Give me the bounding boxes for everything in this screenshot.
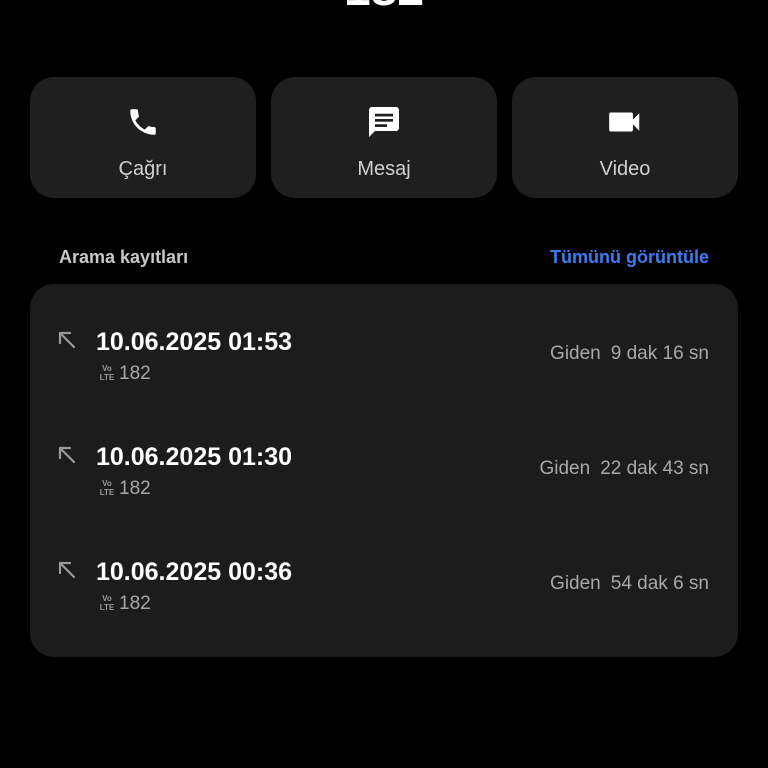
call-log-list: 10.06.2025 01:53 Vo LTE 182 Giden 9 dak 16… — [30, 284, 738, 657]
call-button[interactable]: Çağrı — [30, 77, 256, 198]
contact-detail-screen: 182 Çağrı Mesaj — [0, 0, 768, 768]
video-button-label: Video — [599, 158, 651, 180]
outgoing-call-arrow-icon — [56, 444, 78, 466]
call-log-type: Giden — [550, 573, 601, 594]
call-log-type: Giden — [539, 458, 591, 479]
video-call-button[interactable]: Video — [512, 77, 738, 198]
call-log-meta: Giden 9 dak 16 sn — [550, 343, 709, 365]
volte-badge-icon: Vo LTE — [99, 594, 115, 612]
volte-badge-icon: Vo LTE — [99, 479, 115, 497]
call-log-entry[interactable]: 10.06.2025 00:36 Vo LTE 182 Giden 54 dak 6… — [30, 558, 738, 649]
call-log-meta: Giden 54 dak 6 sn — [550, 573, 709, 595]
call-log-duration: 54 dak 6 sn — [610, 573, 709, 594]
message-icon — [365, 103, 403, 141]
view-all-link[interactable]: Tümünü görüntüle — [550, 247, 709, 268]
outgoing-call-arrow-icon — [56, 559, 78, 581]
call-log-type: Giden — [550, 343, 601, 364]
outgoing-call-arrow-icon — [56, 329, 78, 351]
call-log-entry[interactable]: 10.06.2025 01:53 Vo LTE 182 Giden 9 dak 16… — [30, 328, 738, 419]
phone-icon — [124, 103, 162, 141]
video-icon — [606, 103, 644, 141]
call-log-datetime: 10.06.2025 01:30 — [96, 443, 293, 471]
call-log-entry[interactable]: 10.06.2025 01:30 Vo LTE 182 Giden 22 dak 4… — [30, 443, 738, 534]
call-log-duration: 22 dak 43 sn — [600, 458, 709, 479]
message-button[interactable]: Mesaj — [271, 77, 497, 198]
call-log-datetime: 10.06.2025 01:53 — [96, 328, 293, 356]
call-logs-header: Arama kayıtları Tümünü görüntüle — [59, 244, 709, 270]
volte-badge-icon: Vo LTE — [99, 364, 115, 382]
quick-actions: Çağrı Mesaj Video — [30, 77, 738, 198]
call-log-number: 182 — [119, 478, 151, 499]
call-logs-title: Arama kayıtları — [59, 246, 189, 267]
call-log-meta: Giden 22 dak 43 sn — [539, 458, 709, 480]
message-button-label: Mesaj — [357, 158, 411, 180]
call-log-datetime: 10.06.2025 00:36 — [96, 558, 293, 586]
call-button-label: Çağrı — [118, 158, 168, 180]
contact-number-header: 182 — [0, 0, 768, 14]
call-log-duration: 9 dak 16 sn — [610, 343, 709, 364]
call-log-number: 182 — [119, 593, 151, 614]
call-log-number: 182 — [119, 363, 151, 384]
